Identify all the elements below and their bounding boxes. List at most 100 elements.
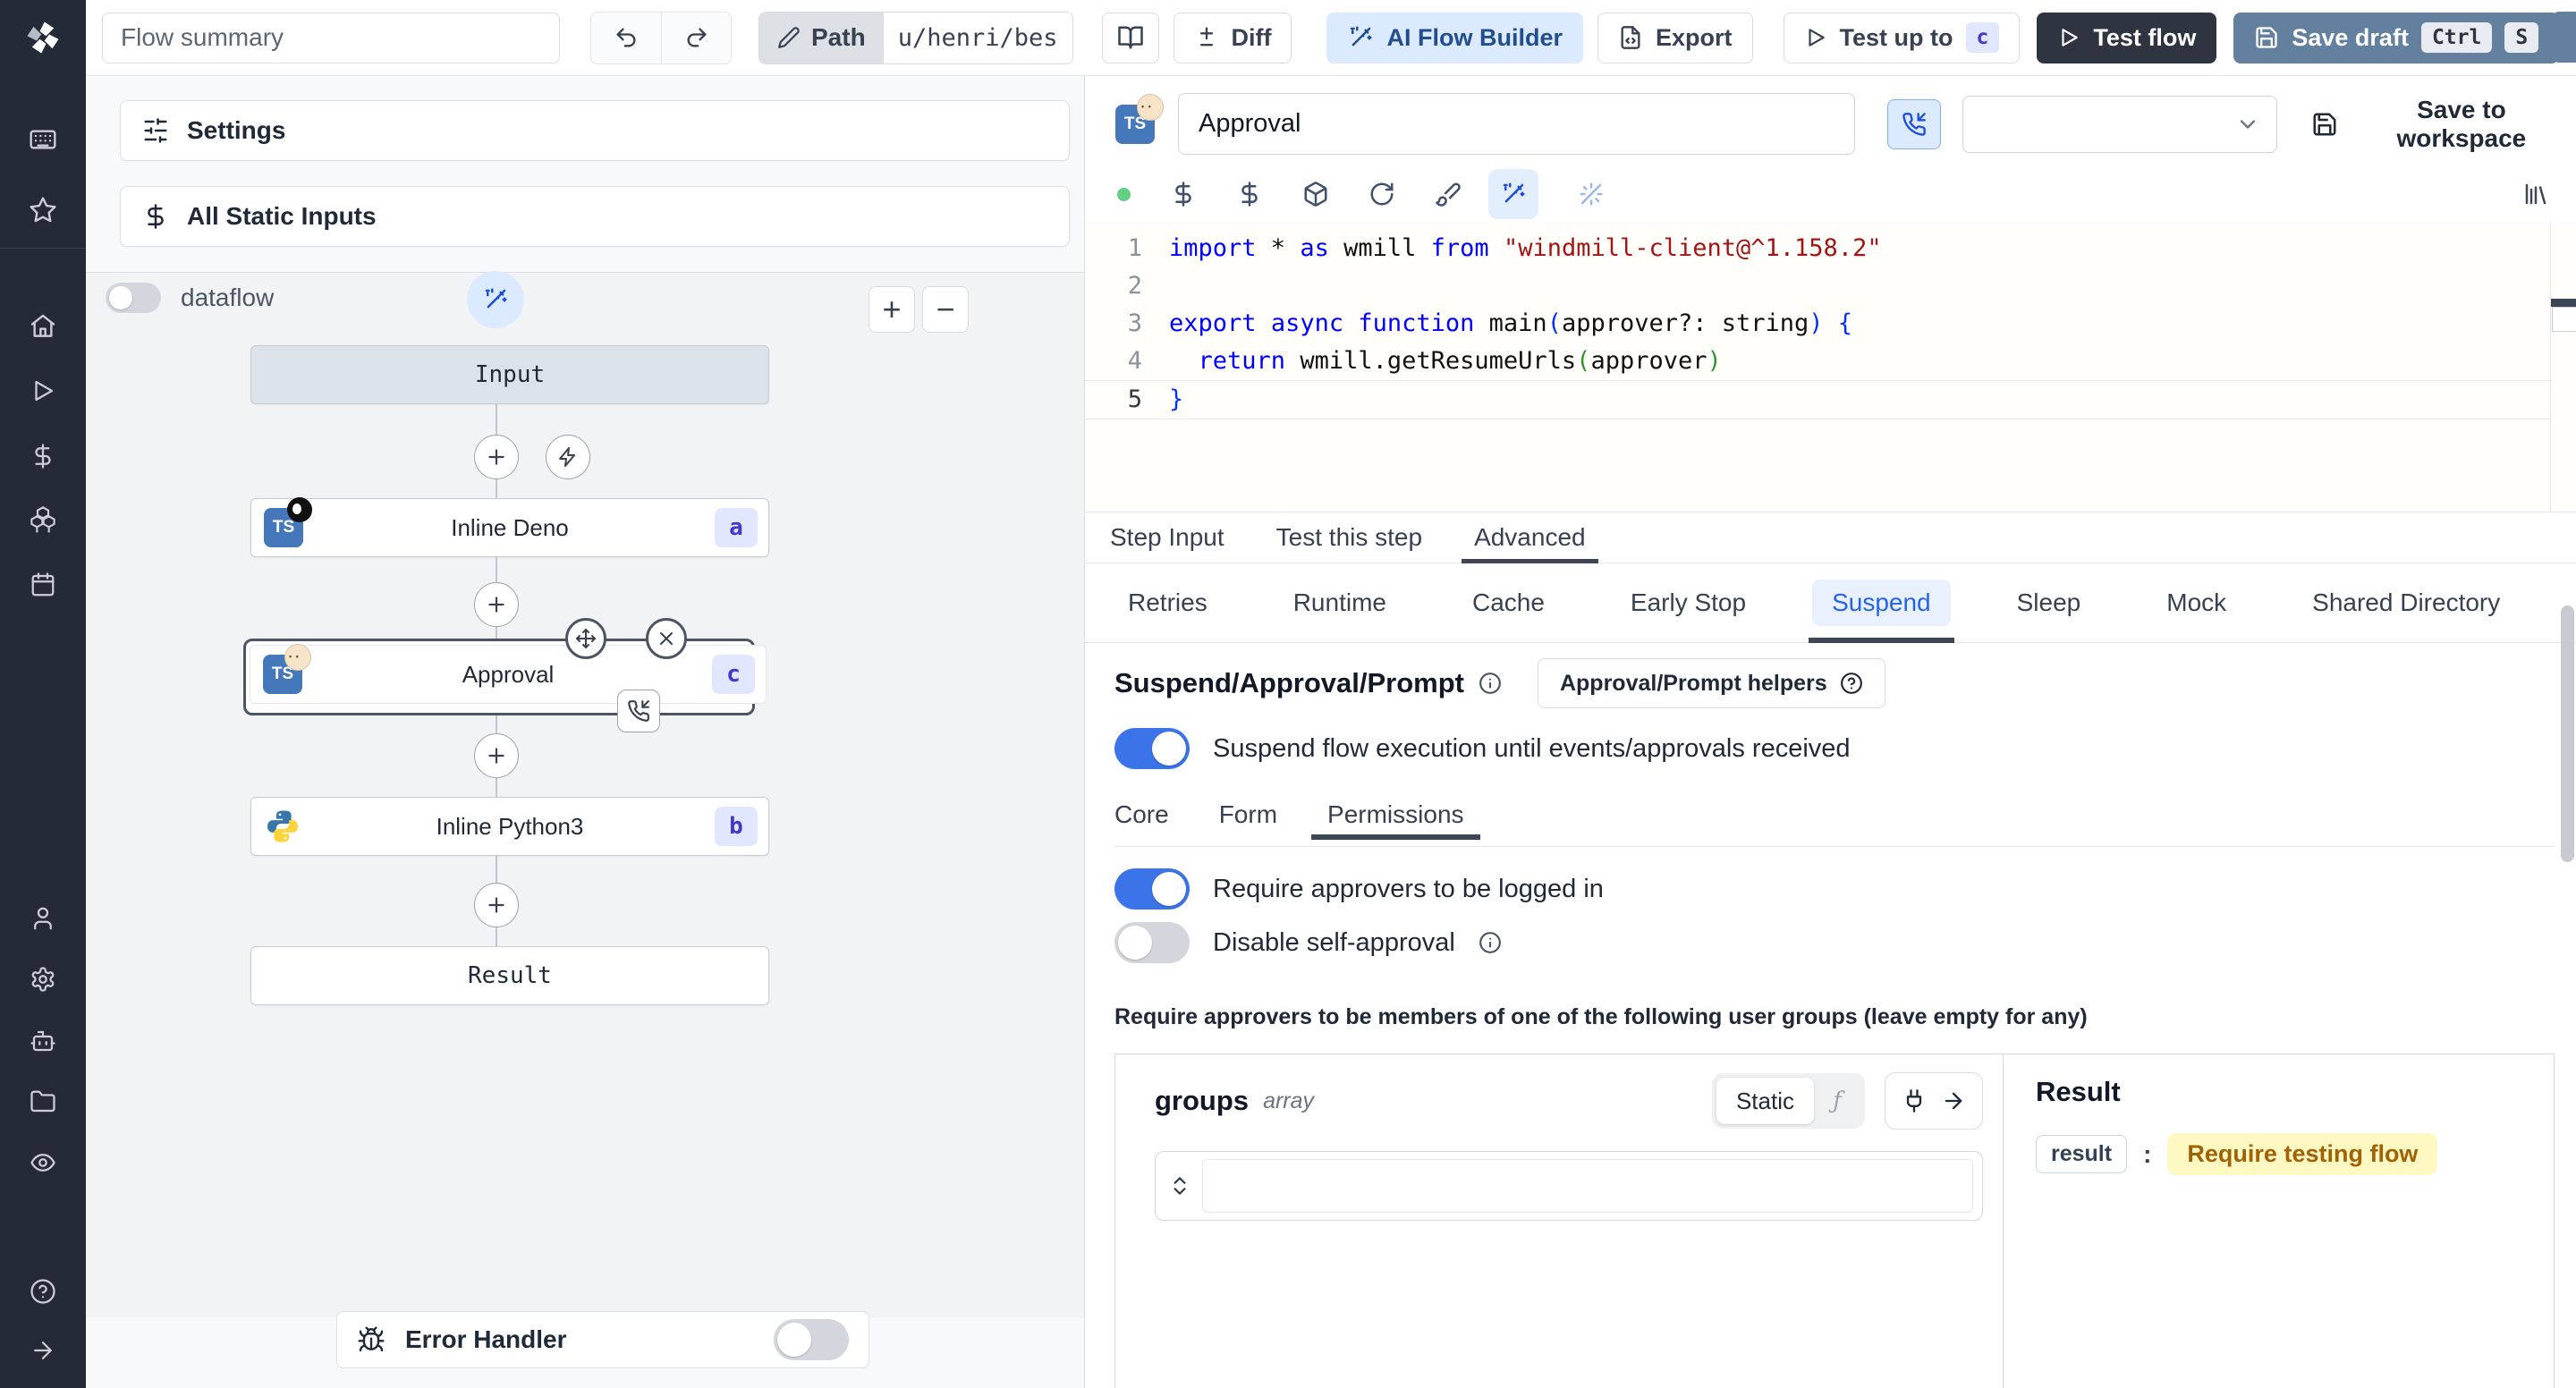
package-icon[interactable] xyxy=(1302,181,1329,207)
info-icon[interactable] xyxy=(1479,931,1502,954)
add-step-button[interactable] xyxy=(474,733,519,778)
resources-icon[interactable] xyxy=(0,501,86,540)
tab-shared-directory[interactable]: Shared Directory xyxy=(2292,563,2520,642)
book-open-icon xyxy=(1117,24,1144,51)
path-value[interactable]: u/henri/bes xyxy=(883,12,1072,63)
audit-eye-icon[interactable] xyxy=(0,1143,86,1182)
info-icon[interactable] xyxy=(1479,672,1502,695)
tab-early-stop[interactable]: Early Stop xyxy=(1611,563,1766,642)
tab-core[interactable]: Core xyxy=(1114,789,1169,840)
panel-scrollbar[interactable] xyxy=(2561,605,2574,862)
reload-icon[interactable] xyxy=(1368,181,1395,207)
help-circle-icon xyxy=(1840,672,1863,695)
settings-gear-icon[interactable] xyxy=(0,960,86,999)
save-draft-button[interactable]: Save draft Ctrl S xyxy=(2233,12,2560,63)
ai-wand-icon[interactable] xyxy=(1488,169,1538,219)
help-icon[interactable] xyxy=(0,1272,86,1311)
tab-suspend[interactable]: Suspend xyxy=(1809,563,1954,643)
save-to-workspace-button[interactable]: Save to workspace xyxy=(2306,95,2576,154)
connect-io-group[interactable] xyxy=(1885,1072,1983,1130)
home-icon[interactable] xyxy=(0,307,86,346)
move-node-button[interactable] xyxy=(565,618,606,659)
ai-flow-builder-button[interactable]: AI Flow Builder xyxy=(1326,12,1583,63)
test-flow-label: Test flow xyxy=(2093,23,2197,51)
flow-node-approval[interactable]: TS Approval c xyxy=(250,644,767,704)
arrow-right-icon xyxy=(1941,1088,1966,1113)
suspend-phone-button[interactable] xyxy=(1886,98,1942,149)
all-static-inputs-card[interactable]: All Static Inputs xyxy=(120,186,1070,247)
require-logged-in-toggle[interactable] xyxy=(1114,868,1190,910)
add-trigger-button[interactable] xyxy=(546,435,590,479)
users-icon[interactable] xyxy=(0,899,86,938)
flow-summary-input[interactable] xyxy=(102,12,560,63)
tab-runtime[interactable]: Runtime xyxy=(1274,563,1406,642)
groups-array-input[interactable] xyxy=(1202,1159,1973,1213)
tab-permissions[interactable]: Permissions xyxy=(1310,789,1481,840)
flow-settings-card[interactable]: Settings xyxy=(120,100,1070,161)
deploy-button-partial[interactable] xyxy=(2552,12,2576,63)
add-step-button[interactable] xyxy=(474,582,519,627)
sparkles-off-icon[interactable] xyxy=(1578,181,1605,207)
export-label: Export xyxy=(1656,23,1733,51)
code-editor[interactable]: 1 import * as wmill from "windmill-client… xyxy=(1085,221,2576,512)
schedules-icon[interactable] xyxy=(0,565,86,605)
diff-button[interactable]: Diff xyxy=(1173,12,1292,63)
flow-node-inline-deno[interactable]: TS Inline Deno a xyxy=(250,497,769,557)
expand-sidebar-icon[interactable] xyxy=(0,1331,86,1370)
approval-prompt-helpers-button[interactable]: Approval/Prompt helpers xyxy=(1537,658,1885,708)
field-type: array xyxy=(1263,1088,1315,1113)
runs-icon[interactable] xyxy=(0,371,86,410)
redo-button[interactable] xyxy=(661,12,731,63)
dataflow-toggle[interactable] xyxy=(106,283,161,313)
test-flow-button[interactable]: Test flow xyxy=(2037,12,2217,63)
function-mode-button[interactable]: ƒ xyxy=(1814,1078,1860,1124)
folders-icon[interactable] xyxy=(0,1082,86,1121)
zoom-out-button[interactable]: − xyxy=(922,286,969,333)
zoom-in-button[interactable]: + xyxy=(869,286,915,333)
delete-node-button[interactable] xyxy=(646,618,687,659)
workers-bot-icon[interactable] xyxy=(0,1021,86,1061)
tab-step-input[interactable]: Step Input xyxy=(1110,512,1224,563)
suspend-title: Suspend/Approval/Prompt xyxy=(1114,667,1464,698)
static-mode-button[interactable]: Static xyxy=(1716,1078,1814,1124)
suspend-toggle[interactable] xyxy=(1114,728,1190,769)
variables-dollar-icon[interactable] xyxy=(1170,181,1197,207)
resources-dollar-icon[interactable] xyxy=(1236,181,1263,207)
export-button[interactable]: Export xyxy=(1597,12,1753,63)
add-step-button[interactable] xyxy=(474,883,519,927)
library-icon[interactable] xyxy=(2522,181,2549,207)
disable-self-approval-toggle[interactable] xyxy=(1114,922,1190,963)
phone-incoming-suspend-badge[interactable] xyxy=(617,690,660,732)
tab-advanced[interactable]: Advanced xyxy=(1462,512,1598,563)
error-handler-toggle[interactable] xyxy=(774,1319,849,1360)
favorites-star-icon[interactable] xyxy=(0,190,86,230)
minimap-ruler[interactable] xyxy=(2550,221,2576,512)
flow-node-result[interactable]: Result xyxy=(250,946,769,1005)
tab-test-this-step[interactable]: Test this step xyxy=(1276,512,1422,563)
path-group: Path u/henri/bes xyxy=(758,11,1073,64)
language-select[interactable] xyxy=(1962,95,2277,153)
undo-button[interactable] xyxy=(591,13,661,63)
flow-node-input[interactable]: Input xyxy=(250,345,769,404)
apps-icon[interactable] xyxy=(0,120,86,159)
test-up-to-button[interactable]: Test up to c xyxy=(1783,12,2021,63)
ai-step-wand-button[interactable] xyxy=(467,271,524,328)
tab-mock[interactable]: Mock xyxy=(2147,563,2246,642)
flow-node-inline-python[interactable]: Inline Python3 b xyxy=(250,797,769,856)
docs-button[interactable] xyxy=(1101,12,1159,63)
tab-cache[interactable]: Cache xyxy=(1453,563,1564,642)
tab-sleep[interactable]: Sleep xyxy=(1997,563,2101,642)
format-brush-icon[interactable] xyxy=(1435,181,1462,207)
tab-form[interactable]: Form xyxy=(1219,789,1277,840)
add-step-button[interactable] xyxy=(474,435,519,479)
chevrons-up-down-icon[interactable] xyxy=(1168,1174,1191,1198)
windmill-logo[interactable] xyxy=(0,0,86,75)
step-name-input[interactable] xyxy=(1178,93,1855,155)
error-handler-card[interactable]: Error Handler xyxy=(336,1311,869,1368)
variables-icon[interactable] xyxy=(0,436,86,476)
edit-path-button[interactable]: Path xyxy=(759,12,884,63)
test-up-to-step-badge: c xyxy=(1965,22,2000,53)
groups-result-container: groups array Static ƒ Result result: Re… xyxy=(1114,1054,2555,1388)
typescript-icon: TS xyxy=(1115,93,1164,144)
tab-retries[interactable]: Retries xyxy=(1108,563,1227,642)
